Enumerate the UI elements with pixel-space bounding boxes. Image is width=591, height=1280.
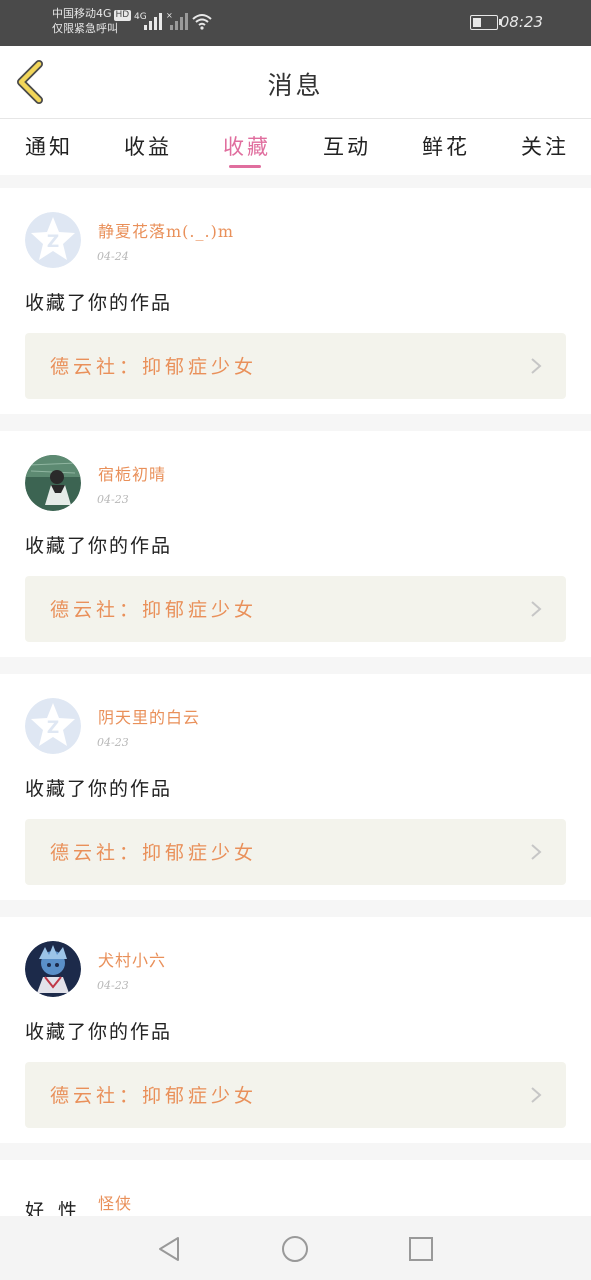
tab-bar: 通知 收益 收藏 互动 鲜花 关注	[0, 119, 591, 175]
svg-text:Z: Z	[47, 718, 59, 738]
username[interactable]: 犬村小六	[98, 947, 166, 971]
carrier-name: 中国移动4G	[52, 7, 112, 20]
work-link[interactable]: 德云社：抑郁症少女	[25, 576, 566, 642]
system-nav-bar	[0, 1216, 591, 1280]
message-date: 04-23	[97, 979, 129, 992]
message-date: 04-23	[97, 736, 129, 749]
nav-home-icon[interactable]	[280, 1234, 310, 1264]
default-avatar-icon[interactable]: Z	[25, 698, 81, 754]
chevron-right-icon	[531, 358, 542, 374]
chevron-right-icon	[531, 601, 542, 617]
user-avatar[interactable]	[25, 455, 81, 511]
message-card: Z 阴天里的白云 04-23 收藏了你的作品 德云社：抑郁症少女	[0, 674, 591, 900]
message-text: 收藏了你的作品	[25, 1021, 173, 1043]
message-card: Z 静夏花落m(._.)m 04-24 收藏了你的作品 德云社：抑郁症少女	[0, 188, 591, 414]
active-tab-indicator	[229, 165, 261, 168]
header: 消息	[0, 46, 591, 119]
message-date: 04-24	[97, 250, 129, 263]
tab-notifications[interactable]: 通知	[25, 131, 73, 161]
signal-no-service-icon: ×	[166, 12, 188, 30]
work-title: 德云社：抑郁症少女	[50, 842, 258, 864]
svg-text:Z: Z	[47, 232, 59, 252]
wifi-icon	[192, 14, 212, 30]
work-link[interactable]: 德云社：抑郁症少女	[25, 1062, 566, 1128]
chevron-right-icon	[531, 844, 542, 860]
message-text: 收藏了你的作品	[25, 292, 173, 314]
carrier-info: 中国移动4G HD 仅限紧急呼叫	[52, 6, 132, 36]
nav-back-icon[interactable]	[154, 1234, 184, 1264]
nav-recents-icon[interactable]	[406, 1234, 436, 1264]
signal-icon	[144, 13, 162, 30]
work-title: 德云社：抑郁症少女	[50, 356, 258, 378]
clock: 08:23	[499, 13, 543, 31]
hd-badge: HD	[113, 10, 132, 21]
tab-favorites[interactable]: 收藏	[223, 131, 271, 161]
message-card: 犬村小六 04-23 收藏了你的作品 德云社：抑郁症少女	[0, 917, 591, 1143]
username[interactable]: 怪侠	[98, 1190, 132, 1214]
message-date: 04-23	[97, 493, 129, 506]
work-link[interactable]: 德云社：抑郁症少女	[25, 333, 566, 399]
svg-text:×: ×	[166, 12, 173, 20]
tab-flowers[interactable]: 鲜花	[422, 131, 470, 161]
message-card: 好 性 怪侠	[0, 1160, 591, 1216]
username[interactable]: 阴天里的白云	[98, 704, 200, 728]
emergency-call-label: 仅限紧急呼叫	[52, 22, 118, 35]
user-avatar[interactable]	[25, 941, 81, 997]
tab-interactions[interactable]: 互动	[323, 131, 371, 161]
message-text: 收藏了你的作品	[25, 778, 173, 800]
work-title: 德云社：抑郁症少女	[50, 1085, 258, 1107]
text-avatar[interactable]: 好 性	[25, 1196, 81, 1216]
message-text: 收藏了你的作品	[25, 535, 173, 557]
username[interactable]: 静夏花落m(._.)m	[98, 218, 234, 242]
work-link[interactable]: 德云社：抑郁症少女	[25, 819, 566, 885]
tab-earnings[interactable]: 收益	[124, 131, 172, 161]
message-card: 宿栀初晴 04-23 收藏了你的作品 德云社：抑郁症少女	[0, 431, 591, 657]
battery-icon	[470, 15, 501, 30]
username[interactable]: 宿栀初晴	[98, 461, 166, 485]
tab-following[interactable]: 关注	[521, 131, 569, 161]
work-title: 德云社：抑郁症少女	[50, 599, 258, 621]
page-title: 消息	[267, 71, 324, 100]
default-avatar-icon[interactable]: Z	[25, 212, 81, 268]
chevron-right-icon	[531, 1087, 542, 1103]
status-bar: 中国移动4G HD 仅限紧急呼叫 4G × 08:23	[0, 0, 591, 46]
